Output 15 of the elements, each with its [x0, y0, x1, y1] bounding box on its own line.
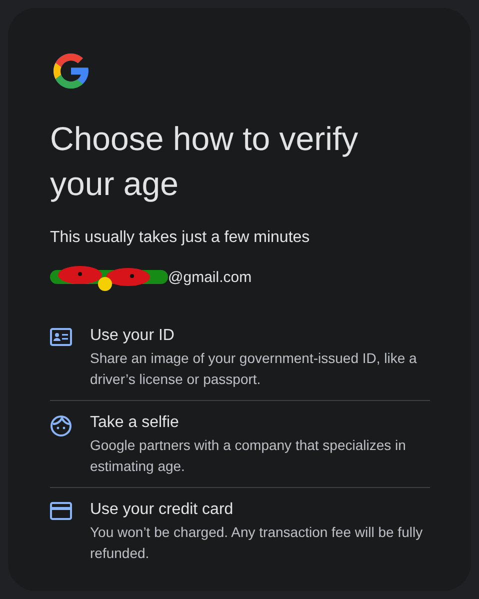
option-description: Google partners with a company that specializes in estimating age. — [90, 436, 407, 476]
verification-option[interactable]: Take a selfie Google partners with a company that specializes in estimating age. — [50, 400, 430, 487]
option-description: You won’t be charged. Any transaction fee will be fully refunded. — [90, 523, 424, 563]
face-icon — [50, 415, 72, 437]
id-card-icon — [50, 328, 72, 346]
option-title: Use your ID — [90, 326, 176, 346]
verification-option[interactable]: Use your ID Share an image of your government-issued ID, like a driver’s license or passport. — [50, 314, 430, 400]
account-email: @gmail.com — [168, 268, 252, 288]
option-description: Share an image of your government-issued ID, like a driver’s license or passport. — [90, 349, 418, 389]
page-title: Choose how to verify your age — [50, 119, 360, 204]
credit-card-icon — [50, 502, 72, 520]
subtitle: This usually takes just a few minutes — [50, 228, 311, 248]
option-title: Take a selfie — [90, 413, 180, 433]
verification-option[interactable]: Use your credit card You won’t be charged. Any transaction fee will be fully refunded. — [50, 487, 430, 574]
option-title: Use your credit card — [90, 500, 234, 520]
